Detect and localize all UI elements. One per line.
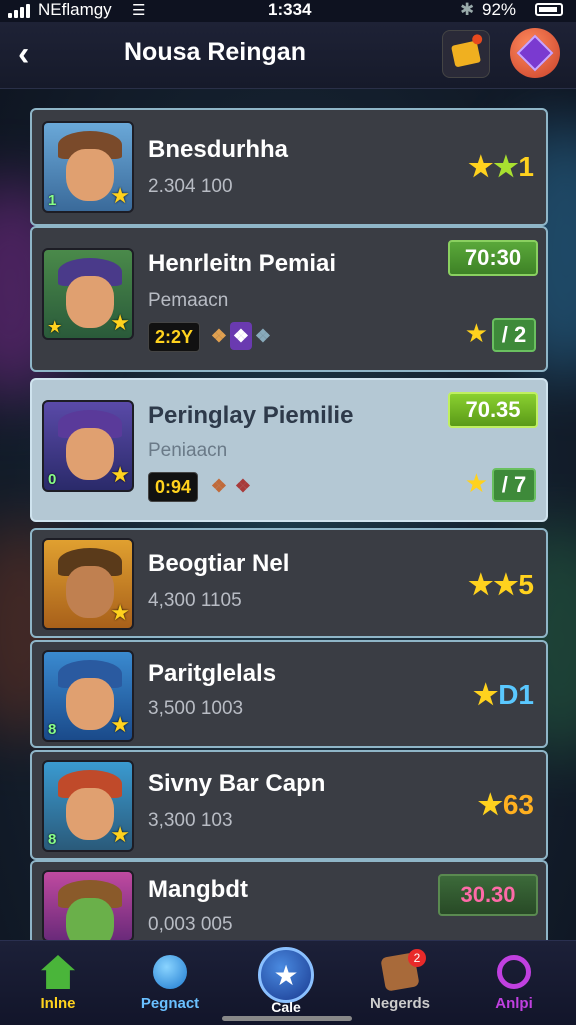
rating: ★D1 [473,679,534,710]
timer-badge: 2:2Y [148,322,201,352]
hero-name: Paritglelals [148,660,277,687]
hero-avatar: 8 ★ [42,650,134,742]
hero-name: Sivny Bar Capn [148,770,326,797]
count-badge: / 2 [492,318,536,352]
battery-icon [535,3,563,16]
hero-avatar: 1 ★ [42,121,134,213]
star-icon: ★ [110,462,130,487]
star-icon: ★ [110,183,130,208]
star-icon: ★ [468,569,494,600]
tab-cale[interactable]: ★ Cale [236,941,336,1025]
list-item[interactable]: 8 ★ Sivny Bar Capn 3,300 103 ★63 [30,750,548,860]
chevron-left-icon: ‹ [18,35,30,73]
search-icon [497,955,531,989]
figure-icon: ❖ [210,325,228,346]
mail-button[interactable] [442,30,490,78]
hero-stats: 3,300 103 [148,810,233,831]
hero-subtitle: Pemaacn [148,290,229,311]
hero-avatar: 8 ★ [42,760,134,852]
signal-icon [8,4,30,18]
level-badge: 0 [48,471,57,488]
hero-name: Henrleitn Pemiai [148,250,337,277]
shield-icon: ❖ [234,475,252,496]
timer-badge: 0:94 [148,472,199,502]
star-icon: ★ [464,318,488,348]
hero-name: Mangbdt [148,876,248,903]
hero-avatar: 0 ★ [42,400,134,492]
tab-pegnact[interactable]: Pegnact [120,941,220,1025]
star-icon: ★ [477,789,503,820]
gem-icon: ❖ [230,322,252,350]
price-button[interactable]: 70.35 [448,392,538,428]
level-badge: 1 [48,192,57,209]
tab-anlpi[interactable]: Anlpi [464,941,564,1025]
list-item[interactable]: Mangbdt 0,003 005 30.30 [30,860,548,942]
rating: ★63 [477,789,534,820]
list-item-selected[interactable]: 0 ★ Peringlay Piemilie Peniaacn 0:94 ❖ ❖… [30,378,548,522]
hero-stats: 3,500 1003 [148,698,244,719]
battery-percent: 92% [482,0,517,19]
envelope-icon [450,40,482,68]
star-icon: ★ [110,712,130,737]
tab-home[interactable]: Inlne [8,941,108,1025]
page-title: Nousa Reingan [124,38,306,66]
rating: ★★5 [468,569,534,600]
hero-avatar [42,870,134,942]
hero-stats: 2.304 100 [148,176,233,197]
star-icon: ★ [110,600,130,625]
star-icon: ★ [110,310,130,335]
level-badge: 8 [48,721,57,738]
carrier-name: NEflamgy [38,0,112,19]
hero-subtitle: Peniaacn [148,440,228,461]
hero-name: Peringlay Piemilie [148,402,354,429]
level-badge: ★ [48,319,62,336]
list-item[interactable]: ★ Beogtiar Nel 4,300 1105 ★★5 [30,528,548,638]
gem-button[interactable] [510,28,560,78]
tab-label: Pegnact [140,995,200,1012]
status-bar: NEflamgy ☰ 1:334 ✱ 92% [0,0,576,22]
home-indicator [222,1016,352,1021]
tab-label: Negerds [369,995,431,1012]
hero-stats: 0,003 005 [148,914,233,935]
nav-bar: ‹ Nousa Reingan [0,22,576,89]
hero-name: Beogtiar Nel [148,550,290,577]
star-icon: ★ [493,151,519,182]
price-button[interactable]: 70:30 [448,240,538,276]
gem-icon [516,34,554,72]
notification-badge: 2 [408,949,426,967]
star-icon: ★ [473,679,499,710]
star-icon: ★ [493,569,519,600]
hero-stats: 4,300 1105 [148,590,242,611]
star-icon: ★ [468,151,494,182]
bluetooth-icon: ✱ [460,0,475,19]
hero-avatar: ★ ★ [42,248,134,340]
home-icon [41,955,75,989]
tab-label: Inlne [40,995,76,1012]
back-button[interactable]: ‹ [18,34,54,74]
list-item[interactable]: 8 ★ Paritglelals 3,500 1003 ★D1 [30,640,548,748]
clock: 1:334 [268,0,312,19]
orb-icon [153,955,187,989]
level-badge: 8 [48,831,57,848]
tab-label: Anlpi [495,995,533,1012]
tab-bar: Inlne Pegnact ★ Cale 2 Negerds Anlpi [0,940,576,1025]
count-badge: / 7 [492,468,536,502]
hero-name: Bnesdurhha [148,136,289,163]
hero-avatar: ★ [42,538,134,630]
figure-icon: ❖ [210,475,228,496]
bolt-icon: ❖ [254,325,272,346]
tab-negerds[interactable]: 2 Negerds [350,941,450,1025]
tab-label: Cale [271,999,301,1015]
star-icon: ★ [110,822,130,847]
list-item[interactable]: ★ ★ Henrleitn Pemiai Pemaacn 2:2Y ❖ ❖ ❖ … [30,226,548,372]
star-icon: ★ [258,947,314,1003]
list-item[interactable]: 1 ★ Bnesdurhha 2.304 100 ★★1 [30,108,548,226]
price-button[interactable]: 30.30 [438,874,538,916]
rating: ★★1 [468,151,534,182]
wifi-icon: ☰ [132,2,146,19]
star-icon: ★ [464,468,488,498]
